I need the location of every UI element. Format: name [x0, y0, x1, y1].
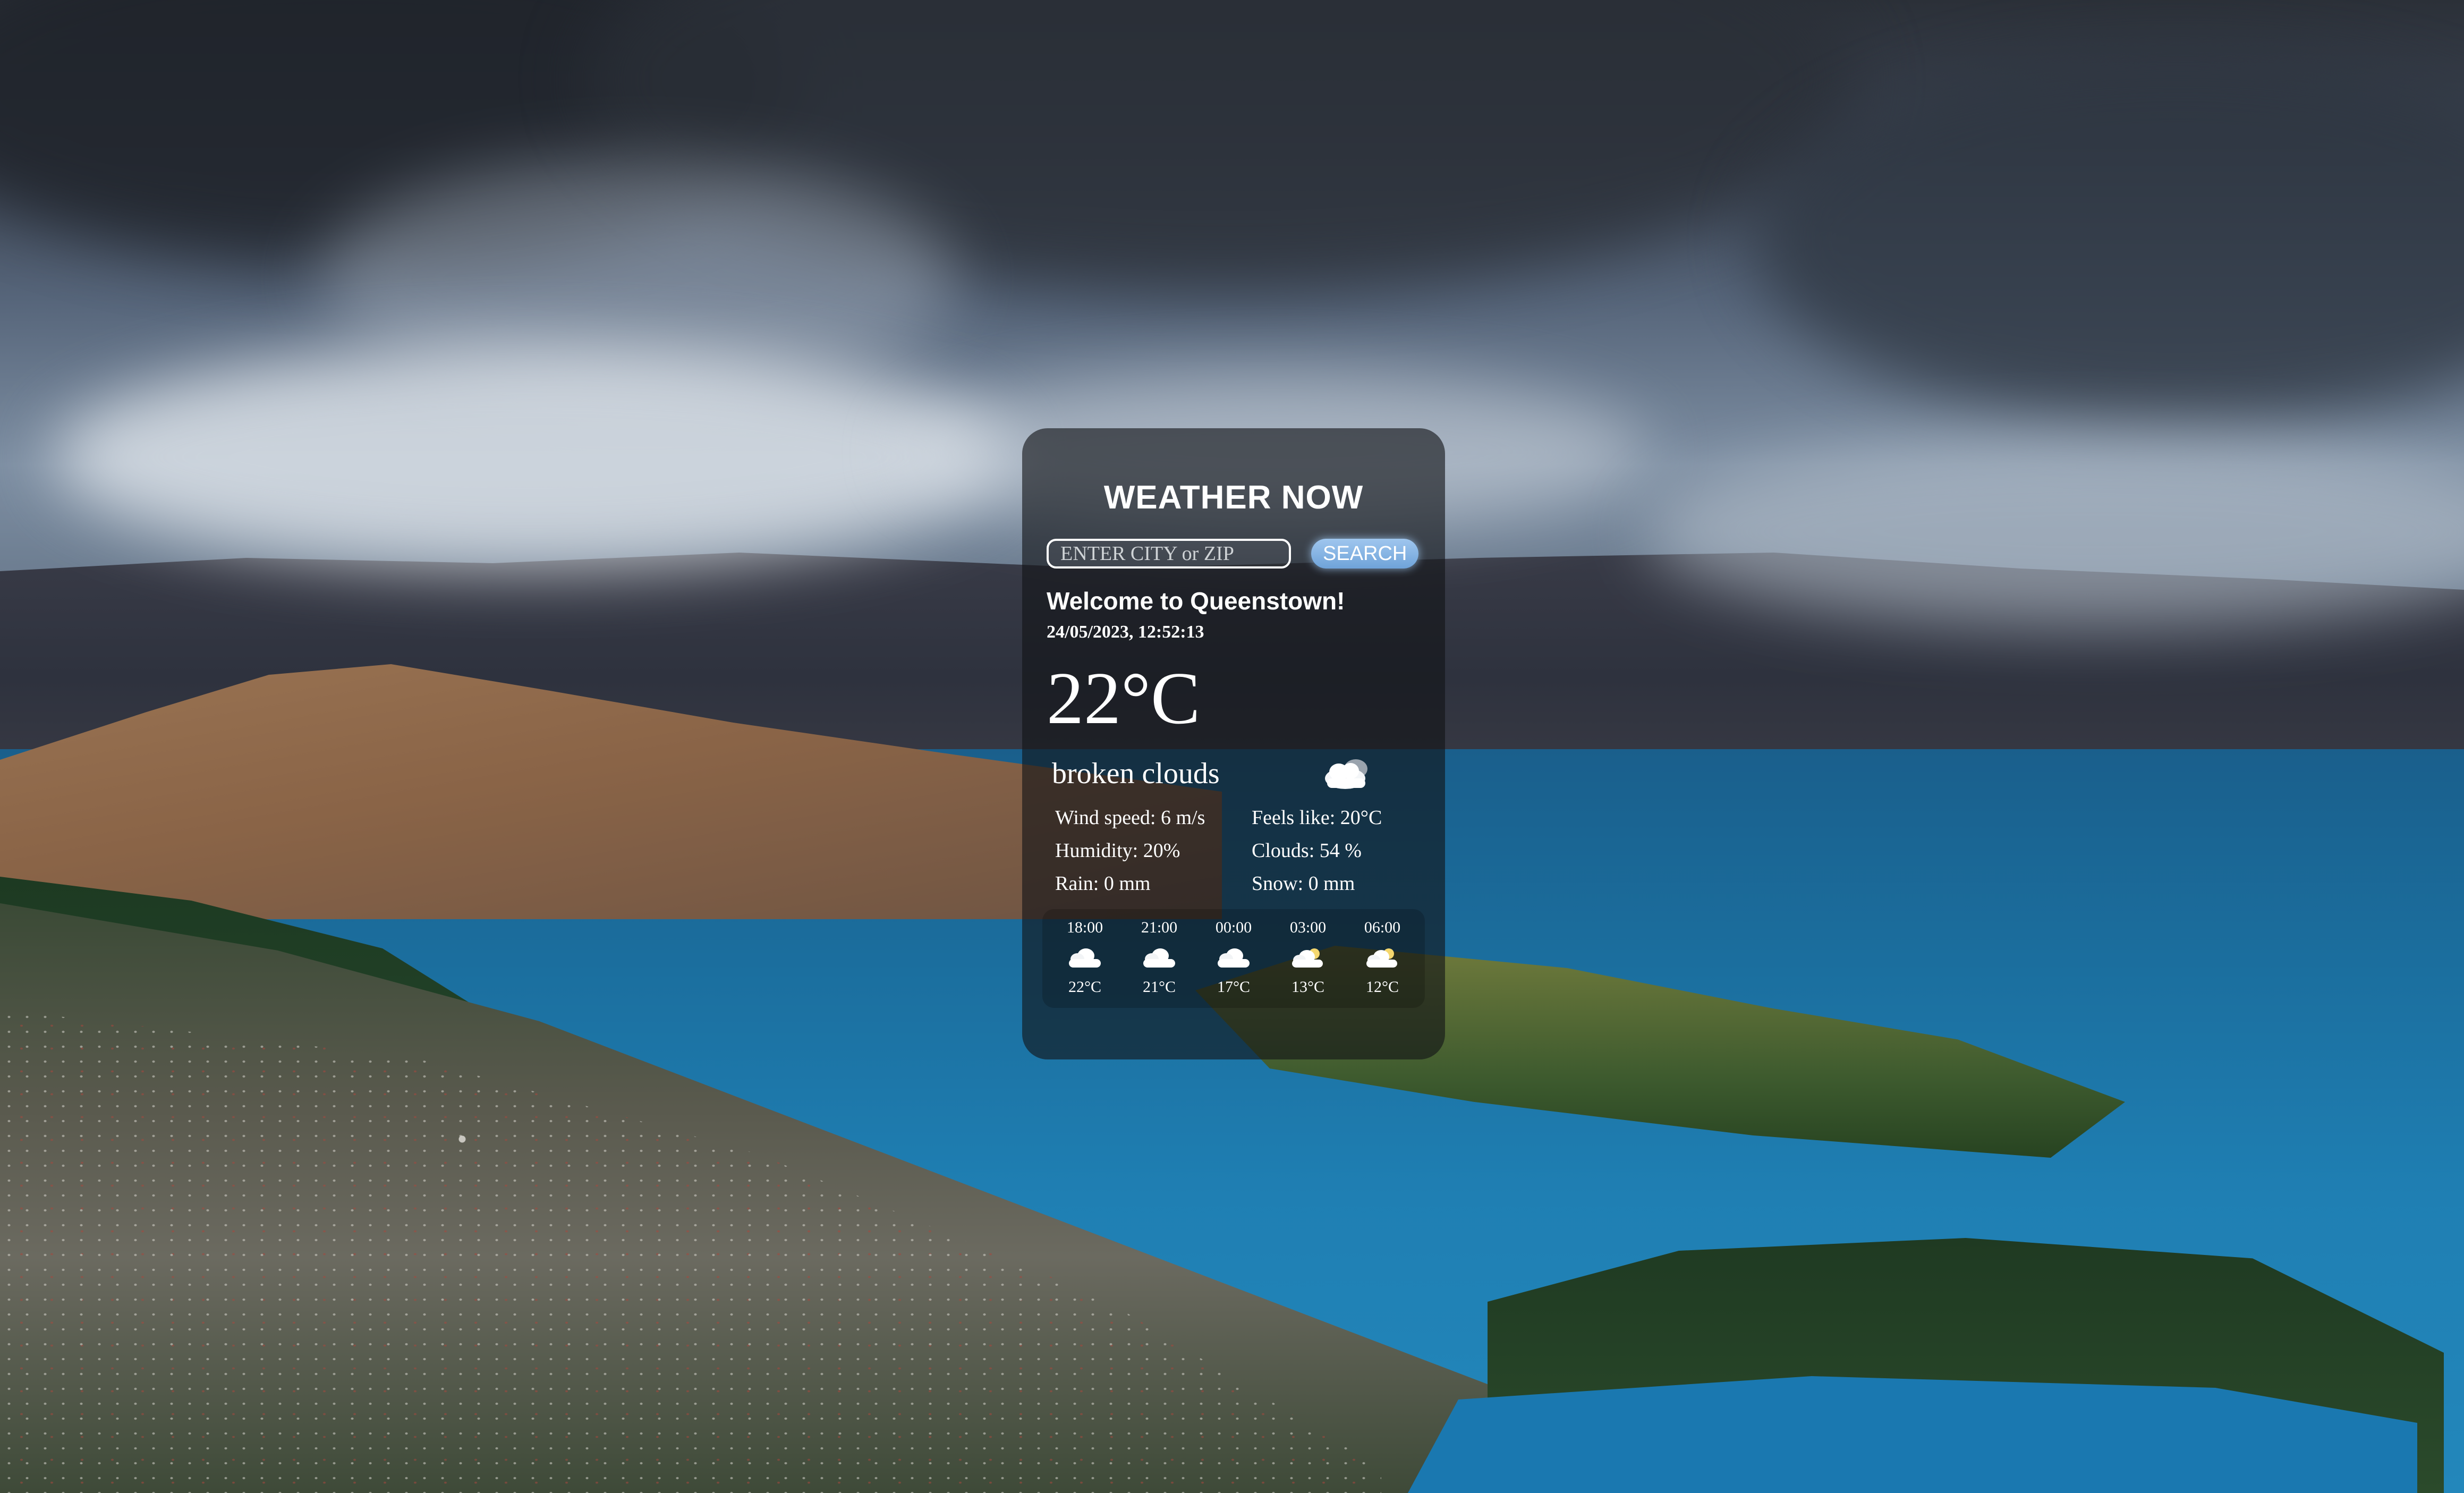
forecast-item: 21:00 21°C [1127, 919, 1191, 996]
condition-text: broken clouds [1052, 757, 1220, 790]
cloud-icon [1069, 948, 1101, 968]
forecast-item: 03:00 13°C [1276, 919, 1340, 996]
partly-cloudy-icon [1292, 948, 1323, 968]
current-datetime: 24/05/2023, 12:52:13 [1047, 622, 1204, 642]
search-bar: SEARCH [1047, 539, 1421, 569]
weather-details: Wind speed: 6 m/s Feels like: 20°C Humid… [1047, 806, 1421, 895]
cloud-icon [1218, 948, 1250, 968]
rain: Rain: 0 mm [1055, 872, 1151, 895]
wind-speed: Wind speed: 6 m/s [1055, 806, 1205, 829]
snow: Snow: 0 mm [1252, 872, 1355, 895]
city-search-input[interactable] [1047, 539, 1291, 569]
hourly-forecast: 18:00 22°C 21:00 21°C 00:00 17°C 03:00 1… [1042, 909, 1425, 1008]
app-title: WEATHER NOW [1103, 479, 1364, 516]
cloud-icon [1143, 948, 1175, 968]
partly-cloudy-icon [1366, 948, 1397, 968]
current-temperature: 22°C [1047, 657, 1201, 740]
clouds: Clouds: 54 % [1252, 839, 1362, 862]
search-button[interactable]: SEARCH [1311, 539, 1419, 569]
forecast-temp: 22°C [1068, 978, 1101, 996]
humidity: Humidity: 20% [1055, 839, 1180, 862]
forecast-temp: 17°C [1217, 978, 1250, 996]
forecast-time: 06:00 [1364, 918, 1401, 936]
forecast-time: 03:00 [1289, 918, 1327, 936]
forecast-item: 18:00 22°C [1053, 919, 1117, 996]
forecast-time: 18:00 [1066, 918, 1103, 936]
forecast-temp: 12°C [1365, 978, 1399, 996]
forecast-item: 06:00 12°C [1350, 919, 1414, 996]
forecast-item: 00:00 17°C [1202, 919, 1265, 996]
condition-row: broken clouds [1047, 755, 1421, 792]
broken-clouds-icon [1325, 759, 1367, 789]
forecast-temp: 21°C [1142, 978, 1176, 996]
forecast-temp: 13°C [1291, 978, 1324, 996]
cloud [53, 345, 1009, 569]
weather-card: WEATHER NOW SEARCH Welcome to Queenstown… [1022, 428, 1445, 1059]
forecast-time: 21:00 [1141, 918, 1178, 936]
welcome-message: Welcome to Queenstown! [1047, 587, 1345, 615]
forecast-time: 00:00 [1215, 918, 1252, 936]
feels-like: Feels like: 20°C [1252, 806, 1382, 829]
